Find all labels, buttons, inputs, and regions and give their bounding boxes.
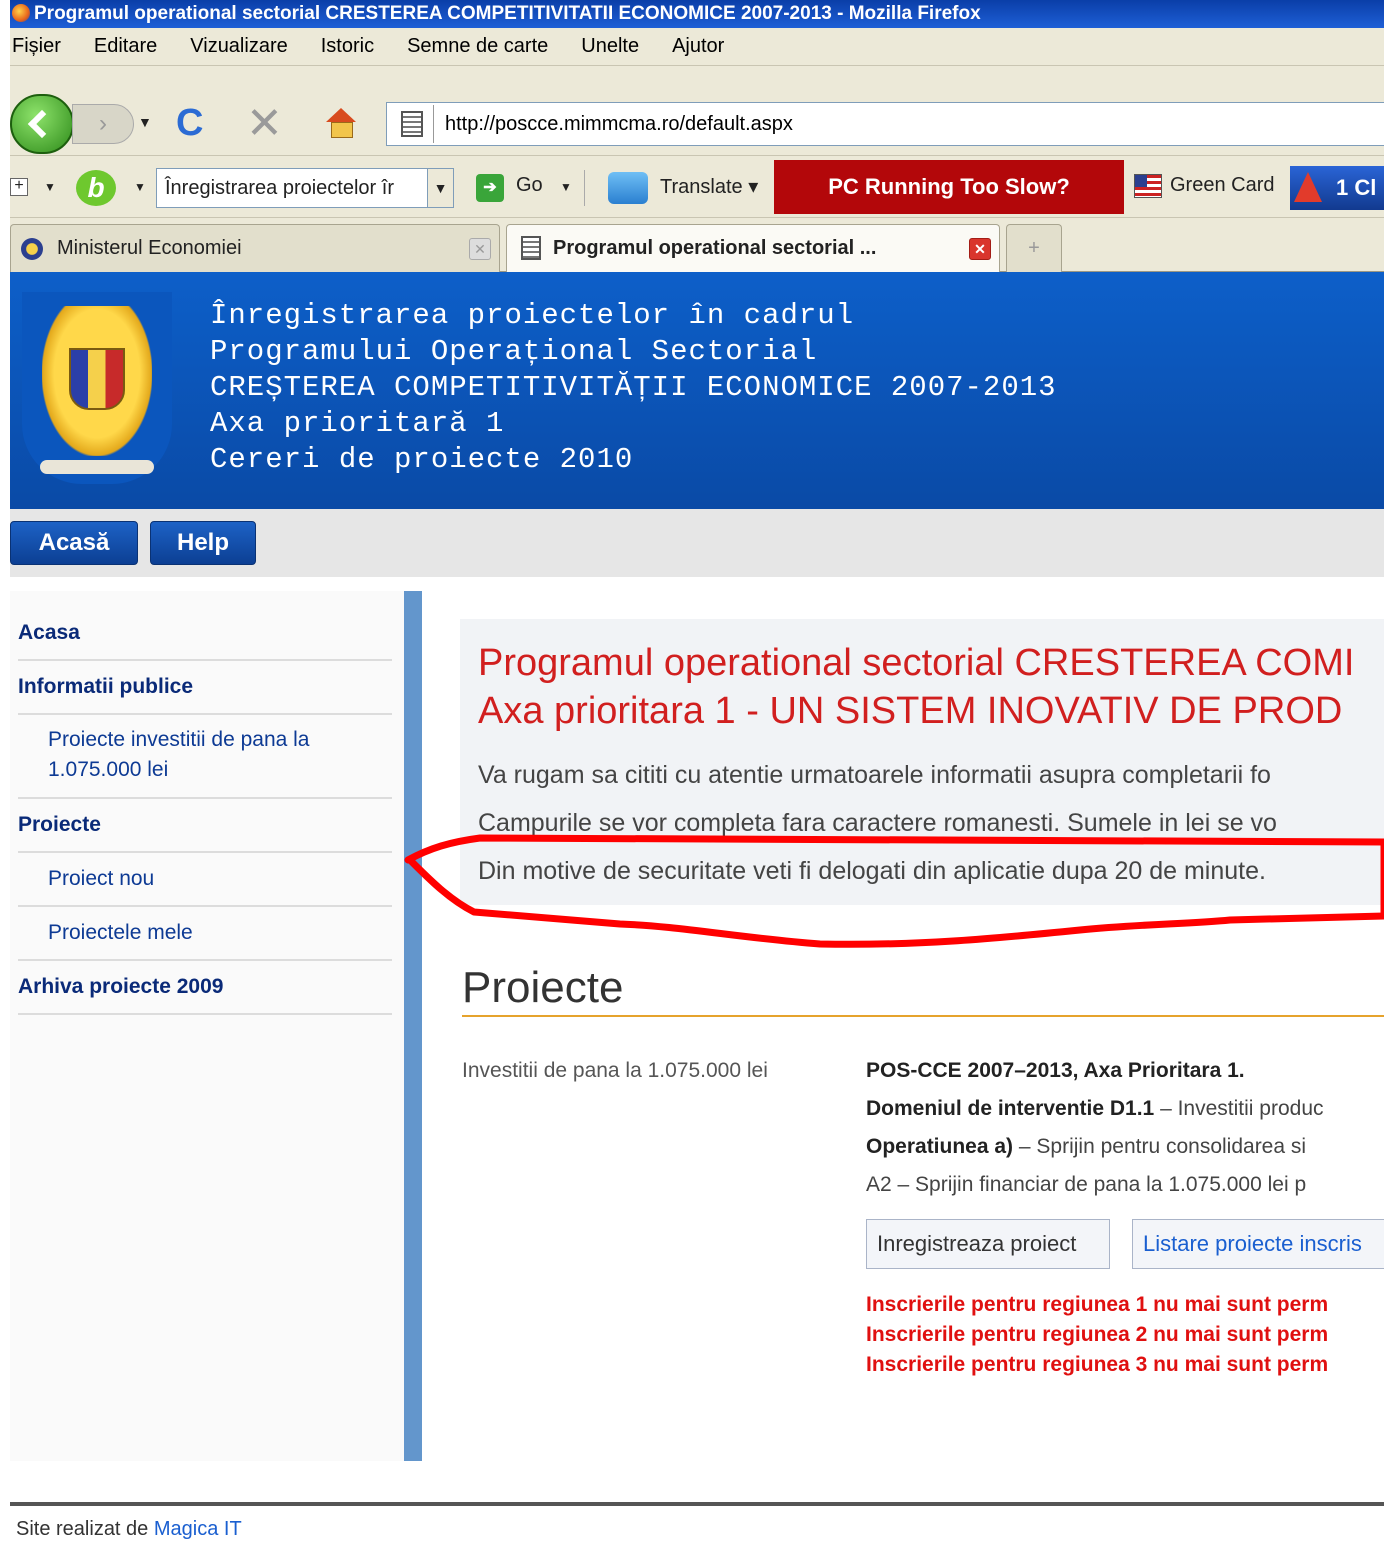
register-project-button[interactable]: Inregistreaza proiect — [866, 1219, 1110, 1269]
project-category-label: Investitii de pana la 1.075.000 lei — [462, 1059, 768, 1082]
menu-history[interactable]: Istoric — [321, 35, 374, 58]
home-button[interactable]: Acasă — [10, 521, 138, 565]
list-projects-button[interactable]: Listare proiecte inscris — [1132, 1219, 1384, 1269]
translate-button[interactable]: Translate ▾ — [660, 174, 758, 199]
url-text: http://poscce.mimmcma.ro/default.aspx — [445, 113, 793, 135]
sidebar-divider — [404, 591, 422, 1461]
main-content: Programul operational sectorial CRESTERE… — [422, 591, 1384, 1461]
project-subline: A2 – Sprijin financiar de pana la 1.075.… — [866, 1173, 1307, 1196]
close-icon[interactable]: ✕ — [969, 238, 991, 260]
menu-file[interactable]: Fișier — [12, 35, 61, 58]
greencard-button[interactable]: Green Card — [1170, 174, 1275, 197]
search-input[interactable]: Înregistrarea proiectelor îr ▼ — [156, 168, 454, 208]
firefox-icon — [12, 4, 30, 22]
footer-link[interactable]: Magica IT — [154, 1518, 242, 1540]
info-text: Va rugam sa cititi cu atentie urmatoarel… — [478, 761, 1271, 789]
back-icon[interactable] — [10, 94, 74, 154]
promo-button[interactable]: 1 Cl — [1290, 166, 1384, 210]
chevron-down-icon[interactable]: ▼ — [427, 169, 453, 207]
page-title: Programul operational sectorial CRESTERE… — [478, 642, 1355, 732]
section-divider — [462, 1015, 1384, 1017]
site-nav: Acasă Help — [10, 509, 1384, 577]
reload-icon[interactable]: C — [176, 102, 203, 145]
home-icon[interactable] — [326, 108, 356, 138]
navigation-toolbar: › ▼ C ✕ http://poscce.mimmcma.ro/default… — [10, 66, 1384, 156]
tab-ministerul[interactable]: Ministerul Economiei ✕ — [10, 224, 500, 272]
section-title: Proiecte — [462, 963, 624, 1012]
footer-divider — [10, 1502, 1384, 1506]
history-dropdown-icon[interactable]: ▼ — [138, 114, 152, 130]
header-text: Înregistrarea proiectelor în cadrul Progr… — [210, 299, 1057, 476]
menu-bookmarks[interactable]: Semne de carte — [407, 35, 548, 58]
warning-icon — [1294, 172, 1322, 202]
tab-bar: Ministerul Economiei ✕ Programul operati… — [10, 218, 1384, 272]
sidebar-item-informatii-publice[interactable]: Informatii publice — [18, 669, 392, 715]
menu-help[interactable]: Ajutor — [672, 35, 724, 58]
stop-icon[interactable]: ✕ — [246, 98, 283, 149]
warning-region-1: Inscrierile pentru regiunea 1 nu mai sun… — [866, 1293, 1329, 1316]
search-toolbar: + ▼ b ▼ Înregistrarea proiectelor îr ▼ ➔… — [10, 156, 1384, 218]
footer: Site realizat de Magica IT — [16, 1518, 242, 1541]
expand-icon[interactable]: + — [10, 178, 28, 196]
red-annotation-outline — [404, 834, 1384, 948]
ad-button[interactable]: PC Running Too Slow? — [774, 160, 1124, 214]
page-favicon — [521, 236, 541, 260]
page-icon — [401, 111, 423, 137]
go-arrow-icon[interactable]: ➔ — [476, 174, 504, 202]
toolbar-dropdown-icon[interactable]: ▼ — [44, 180, 56, 194]
go-button[interactable]: Go — [516, 174, 543, 197]
menu-edit[interactable]: Editare — [94, 35, 157, 58]
sidebar: Acasa Informatii publice Proiecte invest… — [10, 591, 404, 1461]
window-title-bar: Programul operational sectorial CRESTERE… — [10, 0, 1384, 28]
tab-label: Programul operational sectorial ... — [553, 237, 877, 259]
search-value: Înregistrarea proiectelor îr — [165, 177, 394, 199]
new-tab-button[interactable]: + — [1006, 224, 1062, 272]
project-program: POS-CCE 2007–2013, Axa Prioritara 1. — [866, 1059, 1245, 1082]
forward-icon[interactable]: › — [72, 104, 134, 144]
menu-bar: Fișier Editare Vizualizare Istoric Semne… — [10, 28, 1384, 66]
project-domain: Domeniul de interventie D1.1 – Investiti… — [866, 1097, 1324, 1120]
sidebar-item-proiect-nou[interactable]: Proiect nou — [18, 861, 392, 907]
translate-icon[interactable] — [608, 172, 648, 204]
sidebar-item-proiecte-investitii[interactable]: Proiecte investitii de pana la 1.075.000… — [18, 725, 392, 799]
footer-text: Site realizat de — [16, 1518, 154, 1540]
sidebar-item-proiectele-mele[interactable]: Proiectele mele — [18, 915, 392, 961]
go-dropdown-icon[interactable]: ▼ — [560, 180, 572, 194]
help-button[interactable]: Help — [150, 521, 256, 565]
tab-programul[interactable]: Programul operational sectorial ... ✕ — [506, 224, 1000, 272]
warning-region-3: Inscrierile pentru regiunea 3 nu mai sun… — [866, 1353, 1329, 1376]
sidebar-item-acasa[interactable]: Acasa — [18, 615, 392, 661]
sidebar-item-arhiva[interactable]: Arhiva proiecte 2009 — [18, 969, 392, 1015]
project-operation: Operatiunea a) – Sprijin pentru consolid… — [866, 1135, 1307, 1158]
window-title: Programul operational sectorial CRESTERE… — [34, 3, 981, 24]
menu-tools[interactable]: Unelte — [581, 35, 639, 58]
toolbar-separator — [584, 170, 594, 206]
warning-region-2: Inscrierile pentru regiunea 2 nu mai sun… — [866, 1323, 1329, 1346]
ministry-favicon — [21, 238, 43, 260]
sidebar-item-proiecte[interactable]: Proiecte — [18, 807, 392, 853]
menu-view[interactable]: Vizualizare — [190, 35, 287, 58]
tab-label: Ministerul Economiei — [57, 237, 242, 259]
close-icon[interactable]: ✕ — [469, 238, 491, 260]
babylon-logo-icon[interactable]: b — [76, 170, 116, 206]
logo-dropdown-icon[interactable]: ▼ — [134, 180, 146, 194]
romania-coat-of-arms-logo — [22, 292, 172, 484]
site-header: Înregistrarea proiectelor în cadrul Progr… — [10, 272, 1384, 509]
url-bar[interactable]: http://poscce.mimmcma.ro/default.aspx — [386, 102, 1384, 146]
us-flag-icon — [1134, 174, 1162, 198]
